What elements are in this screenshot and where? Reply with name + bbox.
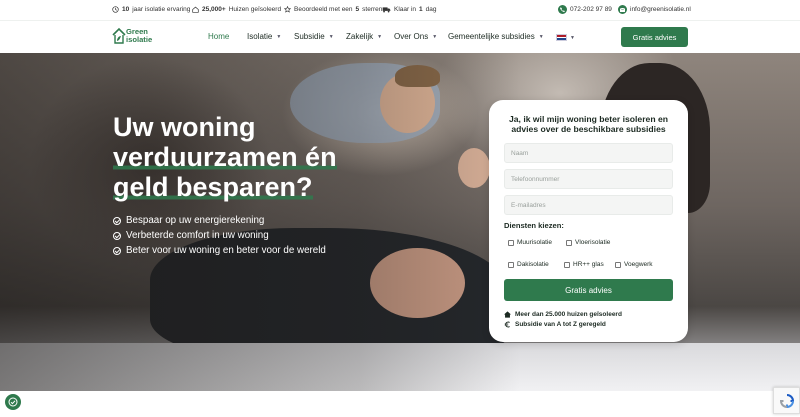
- house-icon: [504, 311, 511, 318]
- usp-subsidy-text: Subsidie van A tot Z geregeld: [515, 321, 606, 328]
- name-input[interactable]: [504, 143, 673, 163]
- service-checkbox-voegwerk[interactable]: Voegwerk: [615, 261, 653, 268]
- hero-bullet-text: Verbeterde comfort in uw woning: [126, 230, 269, 241]
- experience-text: jaar isolatie ervaring: [132, 6, 191, 13]
- rating-value: 5: [355, 6, 360, 13]
- ready-info: Klaar in 1 dag: [382, 6, 437, 13]
- hero-bullet: Beter voor uw woning en beter voor de we…: [113, 245, 326, 256]
- logo-line2: isolatie: [126, 34, 153, 44]
- nav-item-over-ons[interactable]: Over Ons ▼: [394, 32, 437, 41]
- home-icon: [192, 6, 199, 13]
- main-navigation: Green isolatie Home Isolatie ▼ Subsidie …: [0, 20, 800, 53]
- service-label: Dakisolatie: [517, 261, 549, 268]
- service-checkbox-hr-glas[interactable]: HR++ glas: [564, 261, 604, 268]
- truck-icon: [382, 7, 391, 13]
- checkbox[interactable]: [566, 239, 572, 246]
- submit-free-advice-button[interactable]: Gratis advies: [504, 279, 673, 301]
- ready-text: Klaar in: [394, 6, 417, 13]
- chevron-down-icon[interactable]: ▼: [570, 35, 575, 41]
- hero-bullet-text: Beter voor uw woning en beter voor de we…: [126, 245, 326, 256]
- hero-heading-line2: verduurzamen én: [113, 142, 337, 172]
- form-title: Ja, ik wil mijn woning beter isoleren en…: [508, 114, 669, 134]
- services-label: Diensten kiezen:: [504, 221, 564, 230]
- star-icon: [284, 6, 291, 13]
- free-advice-button[interactable]: Gratis advies: [621, 27, 688, 47]
- hero-bullet: Bespaar op uw energierekening: [113, 215, 264, 226]
- nav-item-subsidie[interactable]: Subsidie ▼: [294, 32, 334, 41]
- check-circle-icon: [113, 216, 121, 225]
- rating-suffix: sterren: [362, 6, 383, 13]
- checkbox[interactable]: [615, 261, 621, 268]
- phone-input[interactable]: [504, 169, 673, 189]
- recaptcha-icon: [779, 393, 794, 408]
- service-checkbox-muurisolatie[interactable]: Muurisolatie: [508, 239, 552, 246]
- nav-item-label: Zakelijk: [346, 32, 374, 41]
- service-checkbox-vloerisolatie[interactable]: Vloerisolatie: [566, 239, 610, 246]
- advice-form-card: Ja, ik wil mijn woning beter isoleren en…: [489, 100, 688, 342]
- nav-item-label: Isolatie: [247, 32, 273, 41]
- check-circle-icon: [113, 246, 121, 255]
- hero-heading-line3: geld besparen?: [113, 172, 313, 202]
- email-link[interactable]: info@greenisolatie.nl: [618, 5, 691, 14]
- rating-info: Beoordeeld met een 5 sterren: [284, 6, 382, 13]
- cookie-settings-button[interactable]: [5, 394, 21, 410]
- chevron-down-icon: ▼: [538, 33, 544, 40]
- phone-link[interactable]: 072-202 97 89: [558, 5, 612, 14]
- nav-item-zakelijk[interactable]: Zakelijk ▼: [346, 32, 382, 41]
- experience-info: 10 jaar isolatie ervaring: [112, 6, 190, 13]
- usp-houses: Meer dan 25.000 huizen geïsoleerd: [504, 311, 622, 318]
- nav-item-label: Home: [208, 32, 230, 41]
- logo-text: Green isolatie: [126, 28, 152, 43]
- checkbox[interactable]: [508, 261, 514, 268]
- checkbox[interactable]: [564, 261, 570, 268]
- phone-number[interactable]: 072-202 97 89: [570, 6, 612, 13]
- nav-item-gemeentelijke-subsidies[interactable]: Gemeentelijke subsidies ▼: [448, 32, 544, 41]
- chevron-down-icon: ▼: [328, 33, 334, 40]
- nav-item-isolatie[interactable]: Isolatie ▼: [247, 32, 281, 41]
- hero-bullet-text: Bespaar op uw energierekening: [126, 215, 265, 226]
- nav-item-label: Over Ons: [394, 32, 429, 41]
- nav-item-label: Gemeentelijke subsidies: [448, 32, 535, 41]
- houses-text: Huizen geïsoleerd: [228, 6, 282, 13]
- nav-item-home[interactable]: Home: [208, 32, 229, 41]
- service-label: Vloerisolatie: [575, 239, 611, 246]
- usp-houses-text: Meer dan 25.000 huizen geïsoleerd: [515, 311, 622, 318]
- mail-icon: [618, 5, 627, 14]
- houses-info: 25,000+ Huizen geïsoleerd: [192, 6, 281, 13]
- cookie-icon: [8, 397, 18, 407]
- phone-icon: [558, 5, 567, 14]
- checkbox[interactable]: [508, 239, 514, 246]
- language-switcher[interactable]: [556, 34, 567, 41]
- nav-item-label: Subsidie: [294, 32, 325, 41]
- house-leaf-logo-icon: [112, 27, 126, 44]
- top-info-bar: 10 jaar isolatie ervaring 25,000+ Huizen…: [0, 0, 800, 20]
- email-address[interactable]: info@greenisolatie.nl: [630, 6, 691, 13]
- hero-heading-line1: Uw woning: [113, 112, 256, 142]
- email-input[interactable]: [504, 195, 673, 215]
- flag-stripe-blue: [557, 38, 566, 40]
- euro-icon: [504, 321, 510, 328]
- service-label: HR++ glas: [573, 261, 604, 268]
- experience-years: 10: [122, 6, 130, 13]
- service-checkbox-dakisolatie[interactable]: Dakisolatie: [508, 261, 549, 268]
- hero-bullet: Verbeterde comfort in uw woning: [113, 230, 269, 241]
- rating-text: Beoordeeld met een: [294, 6, 353, 13]
- usp-subsidy: Subsidie van A tot Z geregeld: [504, 321, 606, 328]
- chevron-down-icon: ▼: [276, 33, 282, 40]
- ready-value: 1: [419, 6, 423, 13]
- houses-count: 25,000+: [202, 6, 226, 13]
- chevron-down-icon: ▼: [432, 33, 438, 40]
- recaptcha-badge[interactable]: [773, 387, 800, 414]
- ready-suffix: dag: [425, 6, 437, 13]
- logo[interactable]: Green isolatie: [112, 26, 162, 48]
- service-label: Voegwerk: [624, 261, 653, 268]
- clock-icon: [112, 6, 119, 13]
- service-label: Muurisolatie: [517, 239, 553, 246]
- chevron-down-icon: ▼: [377, 33, 383, 40]
- check-circle-icon: [113, 231, 121, 240]
